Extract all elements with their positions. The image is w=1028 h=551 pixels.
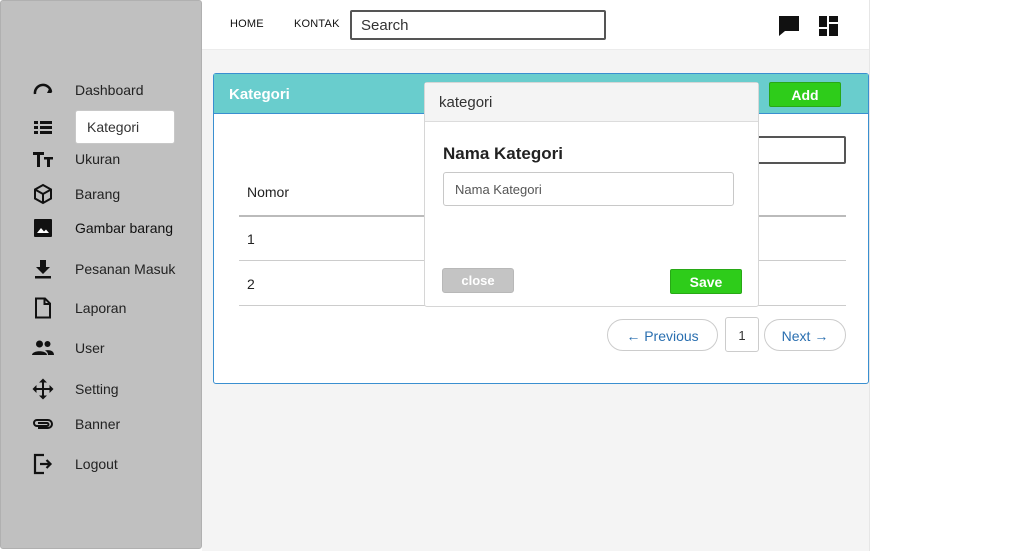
move-arrows-icon (31, 377, 55, 401)
sidebar-item-label: Laporan (75, 300, 127, 316)
sidebar-item-laporan[interactable]: Laporan (1, 291, 203, 325)
sidebar-item-banner[interactable]: Banner (1, 407, 203, 441)
add-button[interactable]: Add (769, 82, 841, 107)
dashboard-grid-icon[interactable] (818, 15, 840, 37)
sidebar-item-label: Logout (75, 456, 118, 472)
close-button[interactable]: close (442, 268, 514, 293)
panel-title: Kategori (229, 86, 290, 103)
sidebar-item-label: Ukuran (75, 151, 121, 167)
sidebar-item-label: Kategori (75, 110, 175, 144)
nama-kategori-label: Nama Kategori (443, 144, 563, 163)
paperclip-icon (31, 412, 55, 436)
chat-icon[interactable] (778, 15, 800, 37)
box-icon (31, 182, 55, 206)
sidebar-item-dashboard[interactable]: Dashboard (1, 73, 203, 107)
sidebar-item-barang[interactable]: Barang (1, 177, 203, 211)
pagination-next-button[interactable]: Next → (764, 319, 846, 351)
sidebar-item-user[interactable]: User (1, 331, 203, 365)
table-filter-input[interactable] (754, 136, 846, 164)
nav-link-kontak[interactable]: KONTAK (294, 18, 340, 30)
list-icon (31, 115, 55, 139)
sidebar: Dashboard Kategori Ukuran Barang Gambar … (0, 0, 202, 549)
table-cell-nomor: 2 (247, 276, 255, 292)
sidebar-item-label: Pesanan Masuk (75, 261, 176, 277)
modal-header: kategori (425, 83, 758, 122)
sidebar-item-label: Banner (75, 416, 121, 432)
nav-link-home[interactable]: HOME (230, 18, 264, 30)
sidebar-item-label: Barang (75, 186, 121, 202)
sidebar-item-pesanan-masuk[interactable]: Pesanan Masuk (1, 252, 203, 286)
download-icon (31, 257, 55, 281)
search-input[interactable] (350, 10, 606, 40)
pagination-previous-button[interactable]: ← Previous (607, 319, 718, 351)
sidebar-item-logout[interactable]: Logout (1, 447, 203, 481)
document-icon (31, 296, 55, 320)
sidebar-item-label: Setting (75, 381, 119, 397)
text-size-icon (31, 147, 55, 171)
save-button[interactable]: Save (670, 269, 742, 294)
table-cell-nomor: 1 (247, 231, 255, 247)
logout-icon (31, 452, 55, 476)
top-navbar: HOME KONTAK (202, 0, 869, 50)
sidebar-item-label: Dashboard (75, 82, 144, 98)
kategori-modal: kategori Nama Kategori close Save (424, 82, 759, 307)
sidebar-item-ukuran[interactable]: Ukuran (1, 142, 203, 176)
sidebar-item-gambar-barang[interactable]: Gambar barang (1, 211, 203, 245)
nama-kategori-input[interactable] (443, 172, 734, 206)
modal-title: kategori (439, 94, 493, 111)
sidebar-item-setting[interactable]: Setting (1, 372, 203, 406)
sidebar-item-label: Gambar barang (75, 220, 174, 236)
sidebar-item-label: User (75, 340, 105, 356)
sidebar-item-kategori[interactable]: Kategori (1, 110, 203, 144)
dashboard-gauge-icon (31, 78, 55, 102)
image-icon (31, 216, 55, 240)
users-icon (31, 336, 55, 360)
pagination-page-1[interactable]: 1 (725, 317, 759, 352)
column-header-nomor: Nomor (247, 184, 290, 200)
